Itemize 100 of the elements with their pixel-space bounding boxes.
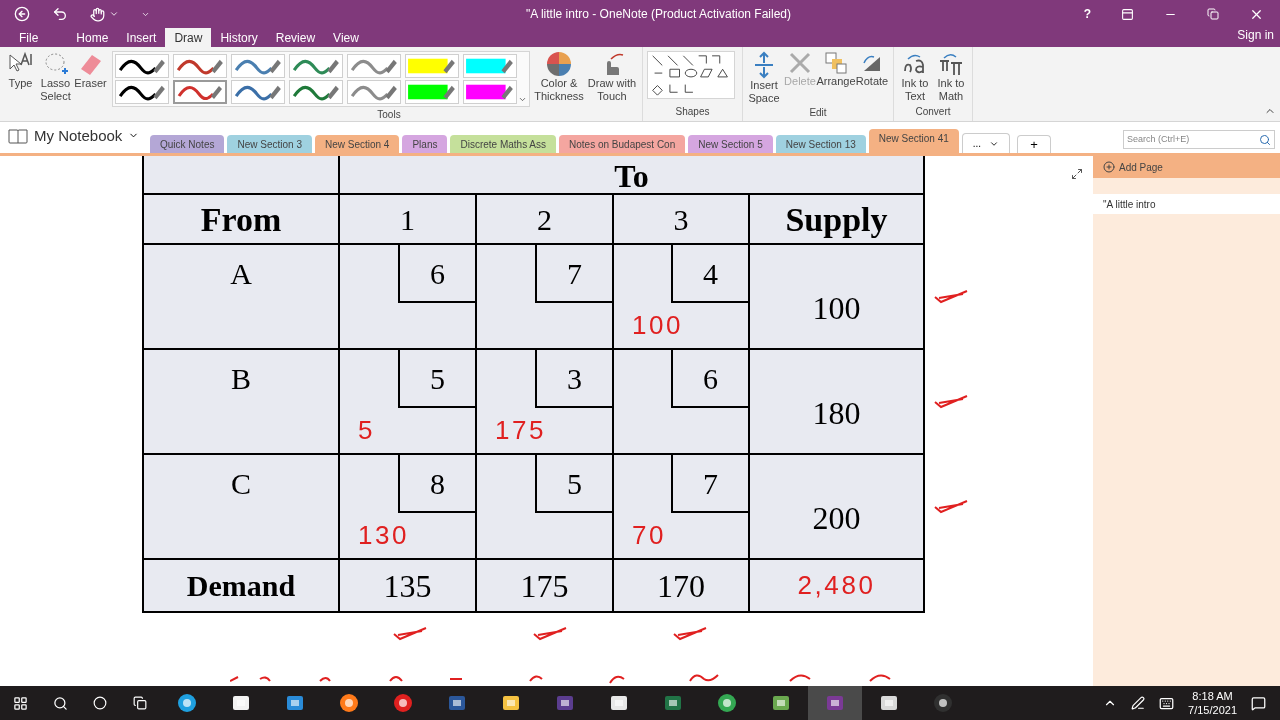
cost-cell: 5	[535, 455, 612, 513]
app-icon	[177, 693, 197, 713]
ink-to-math-icon	[938, 51, 964, 77]
section-tab[interactable]: Discrete Maths Ass	[450, 135, 557, 153]
cortana-icon[interactable]	[93, 696, 107, 710]
help-button[interactable]: ?	[1083, 5, 1091, 23]
pen-swatch[interactable]	[347, 80, 401, 104]
gallery-more-icon[interactable]	[517, 95, 527, 104]
highlighter-swatch[interactable]	[405, 80, 459, 104]
section-tab[interactable]: New Section 13	[775, 135, 866, 153]
pen-swatch[interactable]	[347, 54, 401, 78]
demand-cell-text: 135	[383, 566, 432, 606]
pen-swatch[interactable]	[115, 80, 169, 104]
app-icon	[555, 693, 575, 713]
color-wheel-icon	[546, 51, 572, 77]
ink-allocation: 100	[632, 309, 684, 342]
menu-tab[interactable]: File	[10, 28, 48, 47]
section-tab[interactable]: Notes on Budapest Con	[559, 135, 686, 153]
clock-date[interactable]: 7/15/2021	[1188, 703, 1237, 717]
restore-icon[interactable]	[1207, 8, 1219, 20]
lasso-icon	[42, 51, 69, 77]
page-item[interactable]: "A little intro	[1093, 194, 1280, 214]
header-cell-text: 3	[673, 201, 689, 238]
keyboard-icon[interactable]	[1159, 695, 1175, 711]
cost-cell: 4	[671, 245, 748, 303]
app-icon	[771, 693, 791, 713]
sign-in-link[interactable]: Sign in	[1237, 26, 1280, 47]
highlighter-swatch[interactable]	[463, 54, 517, 78]
pen-swatch[interactable]	[173, 54, 227, 78]
menu-tab[interactable]: View	[324, 28, 368, 47]
undo-icon[interactable]	[52, 6, 68, 22]
app-icon	[825, 693, 845, 713]
pen-swatch[interactable]	[231, 54, 285, 78]
app-icon	[717, 693, 737, 713]
menu-tab[interactable]: Draw	[165, 28, 212, 47]
section-tab[interactable]: Quick Notes	[150, 135, 225, 153]
pen-swatch[interactable]	[173, 80, 227, 104]
pen-swatch[interactable]	[289, 54, 343, 78]
row-label: Demand	[186, 568, 296, 604]
section-tab[interactable]: New Section 41	[868, 129, 959, 153]
header-cell: To	[614, 159, 649, 193]
group-label: Convert	[914, 105, 952, 119]
notebook-icon	[8, 127, 28, 144]
back-icon[interactable]	[14, 6, 30, 22]
tool-button[interactable]: Eraser	[74, 51, 107, 90]
header-cell-text: From	[200, 199, 282, 240]
pen-swatch[interactable]	[231, 80, 285, 104]
notebook-name[interactable]: My Notebook	[34, 124, 123, 147]
cost-cell: 6	[671, 350, 748, 408]
color-thickness-button[interactable]: Color & Thickness	[534, 51, 584, 103]
ink-allocation: 70	[632, 519, 667, 552]
menu-tab[interactable]: Home	[67, 28, 118, 47]
more-sections-button[interactable]: ...	[961, 133, 1011, 153]
app-icon	[501, 693, 521, 713]
section-tab[interactable]: New Section 3	[227, 135, 312, 153]
cost-cell: 6	[398, 245, 475, 303]
add-section-button[interactable]: +	[1017, 135, 1051, 153]
header-cell-text: 2	[537, 201, 552, 238]
cost-cell: 3	[535, 350, 612, 408]
arrange-icon	[824, 51, 848, 75]
convert-button[interactable]: Ink to Text	[898, 51, 932, 103]
caret-icon[interactable]	[109, 9, 119, 19]
highlighter-swatch[interactable]	[463, 80, 517, 104]
app-icon	[933, 693, 953, 713]
ink-total: 2,480	[797, 569, 876, 602]
start-icon[interactable]	[12, 695, 28, 711]
clock-time[interactable]: 8:18 AM	[1192, 689, 1233, 703]
touch-mode-icon[interactable]	[90, 6, 105, 22]
header-cell-text: 1	[400, 201, 415, 238]
expand-icon[interactable]	[1071, 168, 1083, 180]
convert-button[interactable]: Ink to Math	[934, 51, 968, 103]
ribbon-display-icon[interactable]	[1121, 7, 1134, 21]
pen-icon[interactable]	[1131, 696, 1146, 710]
tool-button[interactable]: Lasso Select	[39, 51, 72, 103]
edit-button[interactable]: Rotate	[855, 51, 889, 88]
search-icon[interactable]	[52, 695, 68, 711]
task-view-icon[interactable]	[133, 696, 147, 710]
shapes-gallery-drawing[interactable]	[647, 51, 735, 99]
group-label: Edit	[808, 106, 828, 120]
add-page-button[interactable]: Add Page	[1093, 156, 1280, 178]
highlighter-swatch[interactable]	[405, 54, 459, 78]
tool-button[interactable]: Type	[4, 51, 37, 90]
menu-tab[interactable]: Insert	[117, 28, 166, 47]
pen-swatch[interactable]	[289, 80, 343, 104]
ink-allocation: 5	[358, 414, 376, 447]
search-input[interactable]: Search (Ctrl+E)	[1127, 132, 1259, 147]
search-field[interactable]: Search (Ctrl+E)	[1123, 130, 1275, 149]
app-icon	[609, 693, 629, 713]
section-tab[interactable]: Plans	[402, 135, 448, 153]
row-label: C	[231, 466, 251, 497]
app-icon	[339, 693, 359, 713]
draw-with-touch-button[interactable]: Draw with Touch	[586, 51, 638, 103]
menu-tab[interactable]: Review	[266, 28, 325, 47]
menu-tab[interactable]: History	[211, 28, 267, 47]
section-tab[interactable]: New Section 5	[688, 135, 773, 153]
edit-button[interactable]: Insert Space	[747, 51, 781, 105]
section-tab[interactable]: New Section 4	[314, 135, 400, 153]
pen-swatch[interactable]	[115, 54, 169, 78]
notifications-icon[interactable]	[1251, 695, 1266, 711]
app-icon	[663, 693, 683, 713]
